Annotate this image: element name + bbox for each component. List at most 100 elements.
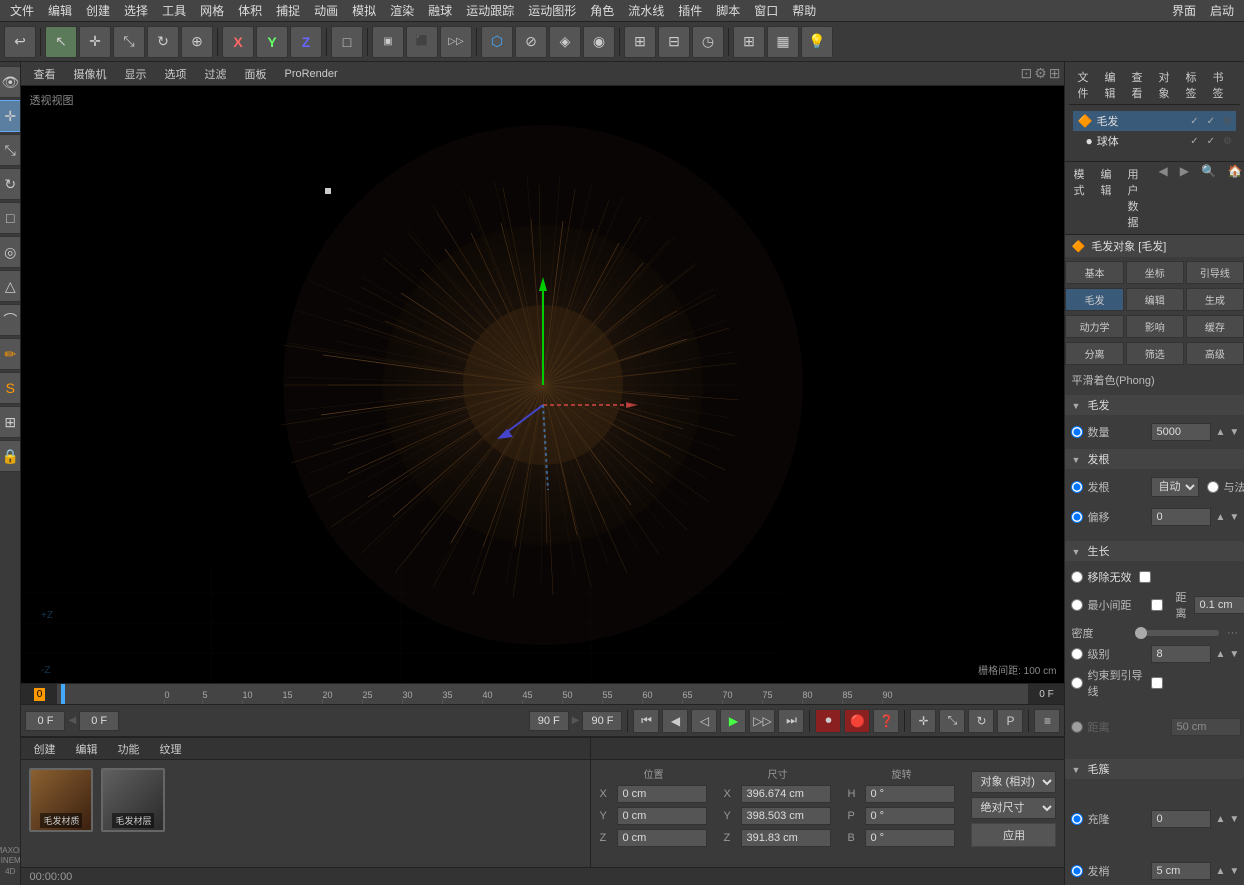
undo-button[interactable]: ↩ (4, 26, 36, 58)
left-bend-btn[interactable]: ⌒ (0, 304, 21, 336)
toggle-points[interactable]: ⬡ (481, 26, 513, 58)
menu-mesh[interactable]: 网格 (194, 0, 230, 21)
rt-tab-tag[interactable]: 标签 (1181, 68, 1200, 102)
menu-simulate[interactable]: 模拟 (346, 0, 382, 21)
grow-input[interactable] (1151, 862, 1211, 880)
level-up[interactable]: ▲ (1215, 649, 1225, 660)
toggle-edges[interactable]: ⊘ (515, 26, 547, 58)
prop-tab-coord[interactable]: 坐标 (1126, 261, 1184, 284)
left-move-btn[interactable]: ✛ (0, 100, 21, 132)
vp-tab-prorender[interactable]: ProRender (276, 66, 345, 82)
material-swatch-0[interactable]: 毛发材质 (29, 768, 93, 832)
rm-search[interactable]: 🔍 (1201, 164, 1216, 232)
prop-tab-generate[interactable]: 生成 (1186, 288, 1244, 311)
hair-count-radio[interactable] (1071, 426, 1083, 438)
dist-input[interactable] (1194, 596, 1244, 614)
rm-tab-userdata[interactable]: 用户数据 (1123, 164, 1142, 232)
left-box-btn[interactable]: □ (0, 202, 21, 234)
snap2-btn[interactable]: ⊟ (658, 26, 690, 58)
vp-layout[interactable]: ⊞ (1049, 65, 1061, 82)
pb-auto-key[interactable]: 🔴 (844, 709, 870, 733)
menu-edit[interactable]: 编辑 (42, 0, 78, 21)
left-pen-btn[interactable]: ✏ (0, 338, 21, 370)
transform-unit-dropdown[interactable]: 绝对尺寸 (971, 797, 1056, 819)
transform-mode-dropdown[interactable]: 对象 (相对) (971, 771, 1056, 793)
left-scale-btn[interactable]: ⤡ (0, 134, 21, 166)
hair-count-up[interactable]: ▲ (1215, 427, 1225, 438)
grow-down[interactable]: ▼ (1229, 866, 1239, 877)
pb-play[interactable]: ▶ (720, 709, 746, 733)
size-x-input[interactable] (741, 785, 831, 803)
menu-render[interactable]: 渲染 (384, 0, 420, 21)
menu-volume[interactable]: 体积 (232, 0, 268, 21)
min-dist-radio[interactable] (1071, 599, 1083, 611)
level-radio[interactable] (1071, 648, 1083, 660)
menu-select[interactable]: 选择 (118, 0, 154, 21)
main-viewport[interactable]: 透视视图 (21, 86, 1064, 683)
pb-record[interactable]: ⏺ (815, 709, 841, 733)
menu-tools[interactable]: 工具 (156, 0, 192, 21)
y-axis-btn[interactable]: Y (256, 26, 288, 58)
vp-tab-display[interactable]: 显示 (116, 64, 154, 84)
rt-tab-file[interactable]: 文件 (1073, 68, 1092, 102)
pb-prev-frame[interactable]: ◀ (662, 709, 688, 733)
select-tool[interactable]: ↖ (45, 26, 77, 58)
pb-loop[interactable]: ↻ (968, 709, 994, 733)
rt-tab-bookmark[interactable]: 书签 (1208, 68, 1227, 102)
grid2-btn[interactable]: ▦ (767, 26, 799, 58)
transform-tool[interactable]: ⊕ (181, 26, 213, 58)
left-s-btn[interactable]: S (0, 372, 21, 404)
hair-count-input[interactable] (1151, 423, 1211, 441)
render-view[interactable]: ⬛ (406, 26, 438, 58)
z-axis-btn[interactable]: Z (290, 26, 322, 58)
left-mirror-btn[interactable]: ⊞ (0, 406, 21, 438)
scale-tool[interactable]: ⤡ (113, 26, 145, 58)
light-btn[interactable]: 💡 (801, 26, 833, 58)
guide-dist-radio[interactable] (1071, 721, 1083, 733)
menu-character[interactable]: 角色 (584, 0, 620, 21)
rm-arrow-right[interactable]: ▶ (1180, 164, 1189, 232)
pos-y-input[interactable] (617, 807, 707, 825)
rot-b-input[interactable] (865, 829, 955, 847)
hair-count-down[interactable]: ▼ (1229, 427, 1239, 438)
prop-tab-cache[interactable]: 缓存 (1186, 315, 1244, 338)
left-cone-btn[interactable]: △ (0, 270, 21, 302)
min-dist-check[interactable] (1151, 599, 1163, 611)
pos-x-input[interactable] (617, 785, 707, 803)
clump-section-header[interactable]: ▼ 毛簇 (1065, 759, 1244, 779)
clump-input[interactable] (1151, 810, 1211, 828)
hair-section-header[interactable]: ▼ 毛发 (1065, 395, 1244, 415)
move-tool[interactable]: ✛ (79, 26, 111, 58)
menu-mograph[interactable]: 融球 (422, 0, 458, 21)
root-offset-radio[interactable] (1071, 511, 1083, 523)
root-section-header[interactable]: ▼ 发根 (1065, 449, 1244, 469)
pb-key-type[interactable]: ❓ (873, 709, 899, 733)
vp-maximize[interactable]: ⊡ (1020, 65, 1032, 82)
level-down[interactable]: ▼ (1229, 649, 1239, 660)
timeline-ruler[interactable]: 0 5 10 15 20 25 30 35 40 45 50 55 60 65 (57, 684, 1028, 704)
vp-settings[interactable]: ⚙ (1034, 65, 1047, 82)
scene-item-sphere[interactable]: ● 球体 ✓ ✓ ⚙ (1081, 131, 1236, 151)
left-rotate-btn[interactable]: ↻ (0, 168, 21, 200)
root-offset-up[interactable]: ▲ (1215, 512, 1225, 523)
mat-tab-edit[interactable]: 编辑 (67, 739, 105, 759)
guide-dist-input[interactable] (1171, 718, 1241, 736)
rm-tab-mode[interactable]: 模式 (1069, 164, 1088, 232)
object-mode[interactable]: □ (331, 26, 363, 58)
pb-move-key[interactable]: ✛ (910, 709, 936, 733)
rm-arrow-left[interactable]: ◀ (1158, 164, 1167, 232)
normal-align-radio[interactable] (1207, 481, 1219, 493)
prop-tab-affect[interactable]: 影响 (1126, 315, 1184, 338)
growth-section-header[interactable]: ▼ 生长 (1065, 541, 1244, 561)
clump-up[interactable]: ▲ (1215, 814, 1225, 825)
root-offset-down[interactable]: ▼ (1229, 512, 1239, 523)
menu-startup[interactable]: 启动 (1204, 0, 1240, 21)
apply-button[interactable]: 应用 (971, 823, 1056, 847)
playback-start2-field[interactable] (79, 711, 119, 731)
menu-window[interactable]: 窗口 (748, 0, 784, 21)
pb-go-start[interactable]: ⏮ (633, 709, 659, 733)
vp-tab-panel[interactable]: 面板 (236, 64, 274, 84)
size-y-input[interactable] (741, 807, 831, 825)
menu-motion-graph[interactable]: 运动图形 (522, 0, 582, 21)
vp-tab-view[interactable]: 查看 (25, 64, 63, 84)
